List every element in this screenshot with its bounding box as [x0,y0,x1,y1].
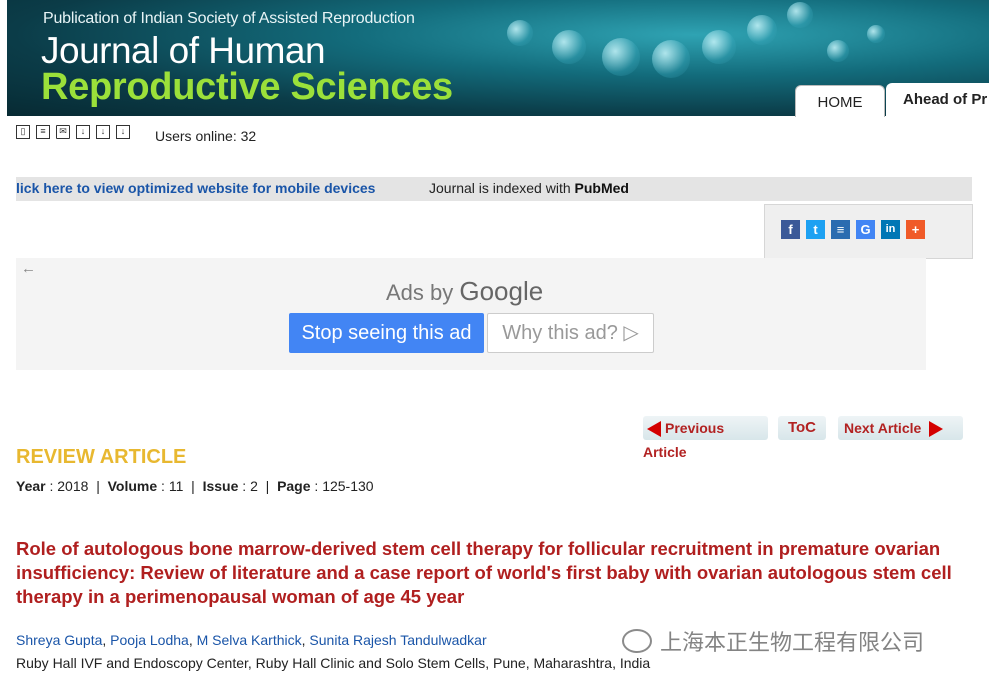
indexed-notice: Journal is indexed with PubMed [429,180,629,196]
arrow-right-icon [929,421,944,438]
users-online: Users online: 32 [155,128,257,144]
decor-bubble [787,2,813,28]
volume-value: 11 [168,478,184,494]
twitter-icon[interactable]: t [806,220,825,239]
watermark-text: 上海本正生物工程有限公司 [660,630,925,655]
plus-icon[interactable]: + [906,220,925,239]
page-value: 125-130 [322,478,374,494]
wechat-icon [622,629,652,653]
decor-bubble [702,30,736,64]
print-icon[interactable]: ≡ [36,125,50,139]
article-type: REVIEW ARTICLE [16,446,187,468]
author-link[interactable]: Sunita Rajesh Tandulwadkar [309,632,486,648]
indexed-pubmed[interactable]: PubMed [575,180,629,196]
publication-line: Publication of Indian Society of Assiste… [43,10,415,27]
issue-label: Issue [202,478,239,494]
ads-by-google: Ads by Google [386,276,543,307]
article-toolbar: ▯ ≡ ✉ ↓ ↓ ↓ [16,125,130,139]
author-link[interactable]: Shreya Gupta [16,632,102,648]
journal-title-line2: Reproductive Sciences [41,66,453,108]
book-icon[interactable]: ▯ [16,125,30,139]
stop-seeing-ad-button[interactable]: Stop seeing this ad [289,313,484,353]
tab-home[interactable]: HOME [795,85,885,117]
author-list: Shreya Gupta, Pooja Lodha, M Selva Karth… [16,632,487,648]
tab-ahead-of-print[interactable]: Ahead of Pr [886,83,989,116]
decor-bubble [827,40,849,62]
next-article-button[interactable]: Next Article [838,416,963,440]
indexed-prefix: Journal is indexed with [429,180,575,196]
ads-by-label: Ads by [386,280,460,305]
year-label: Year [16,478,46,494]
google-icon[interactable]: G [856,220,875,239]
page-label: Page [277,478,311,494]
decor-bubble [867,25,885,43]
decor-bubble [652,40,690,78]
year-value: 2018 [57,478,89,494]
ad-block: ← Ads by Google Stop seeing this ad Why … [16,258,926,370]
back-arrow-icon[interactable]: ← [21,260,36,277]
toc-button[interactable]: ToC [778,416,826,440]
issue-value: 2 [250,478,258,494]
lines-icon[interactable]: ≡ [831,220,850,239]
decor-bubble [507,20,533,46]
pdf-icon[interactable]: ↓ [76,125,90,139]
pdf-icon[interactable]: ↓ [116,125,130,139]
author-link[interactable]: M Selva Karthick [197,632,302,648]
article-meta: Year : 2018 | Volume : 11 | Issue : 2 | … [16,478,374,494]
decor-bubble [552,30,586,64]
next-article-label: Next Article [844,420,922,436]
pdf-icon[interactable]: ↓ [96,125,110,139]
facebook-icon[interactable]: f [781,220,800,239]
watermark: 上海本正生物工程有限公司 [622,625,924,657]
author-link[interactable]: Pooja Lodha [110,632,189,648]
decor-bubble [602,38,640,76]
linkedin-icon[interactable]: in [881,220,900,239]
mobile-site-link[interactable]: lick here to view optimized website for … [16,180,375,196]
why-this-ad-button[interactable]: Why this ad? ▷ [487,313,654,353]
decor-bubble [747,15,777,45]
email-icon[interactable]: ✉ [56,125,70,139]
google-wordmark: Google [459,276,544,306]
article-title: Role of autologous bone marrow-derived s… [16,538,952,607]
volume-label: Volume [107,478,158,494]
share-box: f t ≡ G in + [764,204,973,259]
arrow-left-icon [647,421,661,438]
previous-article-button[interactable]: Previous Article [643,416,768,460]
affiliation: Ruby Hall IVF and Endoscopy Center, Ruby… [16,655,651,671]
